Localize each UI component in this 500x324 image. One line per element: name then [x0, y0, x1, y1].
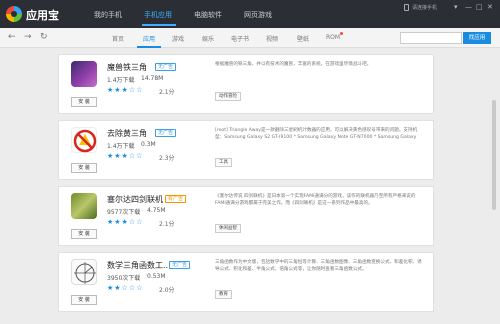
- rating-score: 2.1分: [159, 89, 175, 96]
- no-ads-badge: 无广告: [155, 63, 177, 71]
- list-item: 安 装 魔兽铁三角 无广告 1.4万下载 14.78M ★★★☆☆ 2.1分 根…: [58, 54, 434, 114]
- maximize-icon[interactable]: □: [476, 3, 483, 11]
- install-button[interactable]: 安 装: [71, 97, 97, 107]
- app-description: 根据魔兽的铁三角，并以有技术的魔兽，丰富的系统，在游戏里尽情战斗吧。: [215, 62, 372, 67]
- rating-score: 2.3分: [159, 155, 175, 162]
- download-count: 3950次下载: [107, 275, 141, 282]
- category-tag[interactable]: 休闲益智: [215, 224, 241, 233]
- rom-new-dot: [340, 32, 343, 35]
- app-logo-icon: [6, 6, 22, 22]
- tab-ebooks[interactable]: 电子书: [231, 34, 249, 43]
- app-description: [root] Triangle Away是一款删除三星刷机计数器的应用，可以解决…: [215, 128, 418, 140]
- no-ads-badge: 无广告: [155, 129, 177, 137]
- has-ads-badge: 有广告: [165, 195, 187, 203]
- install-button[interactable]: 安 装: [71, 229, 97, 239]
- download-count: 1.4万下载: [107, 143, 135, 150]
- category-tag[interactable]: 工具: [215, 158, 232, 167]
- tab-apps[interactable]: 应用: [143, 34, 155, 43]
- phone-status[interactable]: 请连接手机: [412, 4, 437, 11]
- rating-stars: ★★★☆☆: [107, 86, 144, 94]
- download-count: 9577次下载: [107, 209, 141, 216]
- tab-games[interactable]: 游戏: [172, 34, 184, 43]
- tab-phone-apps[interactable]: 手机应用: [144, 10, 172, 20]
- app-icon[interactable]: [71, 259, 97, 285]
- back-arrow-icon[interactable]: ←: [8, 32, 16, 42]
- app-size: 0.53M: [147, 273, 166, 280]
- app-size: 0.3M: [141, 141, 156, 148]
- tab-web-games[interactable]: 网页游戏: [244, 10, 272, 20]
- list-item: 安 装 数学三角函数工... 无广告 3950次下载 0.53M ★★☆☆☆ 2…: [58, 252, 434, 312]
- search-input[interactable]: [400, 32, 462, 44]
- install-button[interactable]: 安 装: [71, 295, 97, 305]
- app-name[interactable]: 去除黄三角: [107, 128, 147, 139]
- tab-rom[interactable]: ROM: [326, 34, 340, 41]
- no-ads-badge: 无广告: [169, 261, 191, 269]
- forward-arrow-icon[interactable]: →: [24, 32, 32, 42]
- app-description: 三角函数作为中文版，包括数学中的三角恒等计算、三角函数图像、三角函数变换公式、和…: [215, 260, 422, 272]
- app-size: 4.75M: [147, 207, 166, 214]
- app-icon[interactable]: [71, 61, 97, 87]
- rating-stars: ★★★☆☆: [107, 218, 144, 226]
- rating-stars: ★★★☆☆: [107, 152, 144, 160]
- app-title: 应用宝: [26, 9, 59, 22]
- unit-circle-icon: [74, 262, 96, 284]
- tab-my-phone[interactable]: 我的手机: [94, 10, 122, 20]
- list-item: 安 装 去除黄三角 无广告 1.4万下载 0.3M ★★★☆☆ 2.3分 [ro…: [58, 120, 434, 180]
- app-description: 《塞尔达传说 四剑联机》是日本第一个实现FAMI通满分的游戏，该作的联机器乃至所…: [215, 194, 416, 206]
- active-tab-indicator: [142, 24, 176, 26]
- app-icon[interactable]: [71, 193, 97, 219]
- refresh-icon[interactable]: ↻: [40, 32, 48, 42]
- tab-wallpaper[interactable]: 壁纸: [297, 34, 309, 43]
- app-name[interactable]: 魔兽铁三角: [107, 62, 147, 73]
- list-item: 安 装 塞尔达四剑联机 有广告 9577次下载 4.75M ★★★☆☆ 2.1分…: [58, 186, 434, 246]
- rating-stars: ★★☆☆☆: [107, 284, 144, 292]
- close-icon[interactable]: ✕: [487, 3, 493, 11]
- category-tag[interactable]: 教育: [215, 290, 232, 299]
- category-tag[interactable]: 动作冒险: [215, 92, 241, 101]
- minimize-icon[interactable]: —: [465, 3, 472, 11]
- tab-pc-software[interactable]: 电脑软件: [194, 10, 222, 20]
- app-name[interactable]: 塞尔达四剑联机: [107, 194, 163, 205]
- menu-icon[interactable]: ▾: [454, 3, 458, 11]
- scrollbar[interactable]: [492, 100, 496, 210]
- toolbar: ← → ↻ 首页 应用 游戏 娱乐 电子书 视频 壁纸 ROM 找应用: [0, 28, 500, 48]
- download-count: 1.4万下载: [107, 77, 135, 84]
- tab-home[interactable]: 首页: [112, 34, 124, 43]
- app-size: 14.78M: [141, 75, 164, 82]
- install-button[interactable]: 安 装: [71, 163, 97, 173]
- search-button[interactable]: 找应用: [463, 32, 491, 44]
- rating-score: 2.1分: [159, 221, 175, 228]
- title-bar: 应用宝 我的手机 手机应用 电脑软件 网页游戏 请连接手机 ▾ — □ ✕: [0, 0, 500, 28]
- app-name[interactable]: 数学三角函数工...: [107, 260, 171, 271]
- app-icon[interactable]: [71, 127, 97, 153]
- rating-score: 2.0分: [159, 287, 175, 294]
- tab-entertainment[interactable]: 娱乐: [202, 34, 214, 43]
- tab-video[interactable]: 视频: [266, 34, 278, 43]
- no-triangle-icon: [73, 129, 97, 153]
- app-list: 安 装 魔兽铁三角 无广告 1.4万下载 14.78M ★★★☆☆ 2.1分 根…: [0, 48, 500, 324]
- phone-icon: [404, 4, 409, 11]
